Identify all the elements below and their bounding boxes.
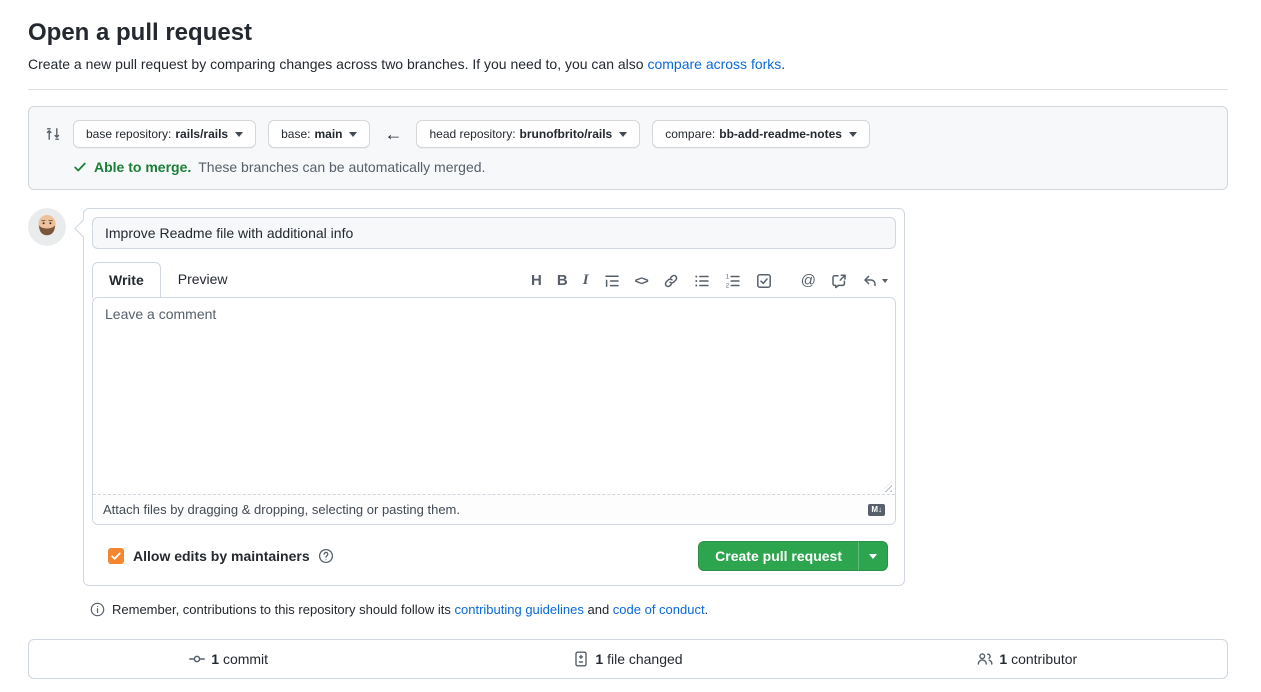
bold-icon[interactable]: B: [557, 272, 568, 289]
branch-compare-box: base repository: rails/rails base: main …: [28, 106, 1228, 190]
tasklist-icon[interactable]: [756, 273, 772, 289]
pull-request-form-row: Write Preview H B I <>: [28, 208, 1228, 586]
ordered-list-icon[interactable]: 12: [725, 273, 741, 289]
merge-status: Able to merge. These branches can be aut…: [73, 159, 1211, 175]
avatar: [28, 208, 66, 246]
base-branch-dropdown[interactable]: base: main: [268, 120, 370, 148]
svg-text:1: 1: [726, 274, 730, 280]
subtitle-period: .: [781, 56, 785, 72]
chevron-down-icon: [849, 132, 857, 137]
italic-icon[interactable]: I: [583, 272, 589, 289]
allow-edits-checkbox[interactable]: [108, 548, 124, 564]
quote-icon[interactable]: [604, 273, 620, 289]
people-icon: [977, 651, 993, 667]
check-icon: [73, 160, 87, 174]
contribution-note-text: Remember, contributions to this reposito…: [112, 602, 708, 617]
contributors-label: contributor: [1011, 651, 1077, 667]
chevron-down-icon: [235, 132, 243, 137]
link-icon[interactable]: [663, 273, 679, 289]
create-pull-request-button[interactable]: Create pull request: [698, 541, 858, 571]
markdown-toolbar: H B I <> 12: [531, 272, 896, 297]
commits-summary[interactable]: 1 commit: [29, 651, 428, 667]
note-before: Remember, contributions to this reposito…: [112, 602, 455, 617]
code-of-conduct-link[interactable]: code of conduct: [613, 602, 705, 617]
base-repository-value: rails/rails: [175, 127, 228, 141]
tab-write[interactable]: Write: [92, 262, 161, 298]
page-title: Open a pull request: [28, 18, 1228, 48]
contributing-guidelines-link[interactable]: contributing guidelines: [455, 602, 584, 617]
comparison-summary-bar: 1 commit 1 file changed 1 contributor: [28, 639, 1228, 679]
svg-text:2: 2: [726, 283, 730, 288]
form-actions-row: Allow edits by maintainers Create pull r…: [108, 541, 888, 571]
merge-status-title: Able to merge.: [94, 159, 191, 175]
file-diff-icon: [573, 651, 589, 667]
contribution-note: Remember, contributions to this reposito…: [90, 602, 1228, 617]
cross-reference-icon[interactable]: [831, 273, 847, 289]
head-repository-label: head repository:: [429, 127, 515, 141]
code-icon[interactable]: <>: [635, 273, 648, 288]
compare-branch-dropdown[interactable]: compare: bb-add-readme-notes: [652, 120, 870, 148]
compare-branch-label: compare:: [665, 127, 715, 141]
base-branch-label: base:: [281, 127, 310, 141]
mention-icon[interactable]: @: [801, 272, 816, 289]
page-subtitle: Create a new pull request by comparing c…: [28, 54, 1228, 75]
merge-status-detail: These branches can be automatically merg…: [198, 159, 485, 175]
files-count: 1: [595, 651, 603, 667]
branch-selector-row: base repository: rails/rails base: main …: [45, 120, 1211, 148]
create-pr-button-group: Create pull request: [698, 541, 888, 571]
commits-label: commit: [223, 651, 268, 667]
subtitle-text: Create a new pull request by comparing c…: [28, 56, 647, 72]
comment-editor: Attach files by dragging & dropping, sel…: [92, 297, 896, 525]
chevron-down-icon: [869, 554, 877, 559]
note-middle: and: [584, 602, 613, 617]
contributors-summary[interactable]: 1 contributor: [828, 651, 1227, 667]
open-pull-request-page: Open a pull request Create a new pull re…: [0, 0, 1261, 679]
compare-branch-value: bb-add-readme-notes: [719, 127, 842, 141]
create-pr-options-button[interactable]: [858, 541, 888, 571]
question-icon[interactable]: [318, 548, 334, 564]
unordered-list-icon[interactable]: [694, 273, 710, 289]
files-label: file changed: [607, 651, 683, 667]
pr-title-input[interactable]: [92, 217, 896, 249]
tab-preview[interactable]: Preview: [161, 261, 245, 297]
base-branch-value: main: [314, 127, 342, 141]
allow-edits-label: Allow edits by maintainers: [133, 548, 310, 564]
commits-count: 1: [211, 651, 219, 667]
saved-replies-icon[interactable]: [862, 273, 888, 289]
git-compare-icon: [45, 126, 61, 142]
chevron-down-icon: [349, 132, 357, 137]
arrow-left-icon: ←: [384, 124, 402, 145]
commit-icon: [189, 651, 205, 667]
heading-icon[interactable]: H: [531, 272, 542, 289]
editor-tabbar: Write Preview H B I <>: [92, 257, 896, 297]
head-repository-dropdown[interactable]: head repository: brunofbrito/rails: [416, 120, 640, 148]
attach-files-bar[interactable]: Attach files by dragging & dropping, sel…: [93, 494, 895, 524]
compare-across-forks-link[interactable]: compare across forks: [647, 56, 781, 72]
info-icon: [90, 602, 105, 617]
contributors-count: 1: [999, 651, 1007, 667]
note-after: .: [705, 602, 709, 617]
chevron-down-icon: [619, 132, 627, 137]
header-divider: [28, 89, 1228, 90]
attach-files-hint: Attach files by dragging & dropping, sel…: [103, 502, 460, 517]
base-repository-dropdown[interactable]: base repository: rails/rails: [73, 120, 256, 148]
comment-textarea[interactable]: [93, 298, 895, 494]
markdown-icon: M↓: [868, 504, 885, 516]
chevron-down-icon: [882, 279, 888, 283]
pull-request-form-card: Write Preview H B I <>: [83, 208, 905, 586]
base-repository-label: base repository:: [86, 127, 171, 141]
head-repository-value: brunofbrito/rails: [520, 127, 613, 141]
files-changed-summary[interactable]: 1 file changed: [428, 651, 827, 667]
